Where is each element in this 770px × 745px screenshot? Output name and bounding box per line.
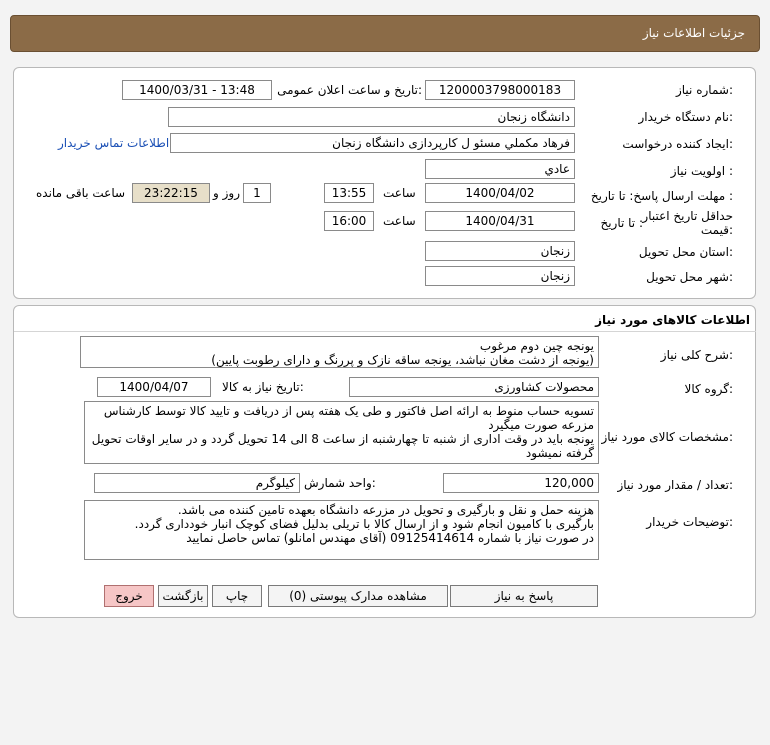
province-label: استان محل تحویل: — [638, 245, 733, 259]
remaining-time-field: 23:22:15 — [132, 183, 210, 203]
need-date-label: تاریخ نیاز به کالا: — [222, 380, 304, 394]
need-number-label: شماره نیاز: — [675, 83, 733, 97]
specs-line-2: یونجه باید در وقت اداری از شنبه تا چهارش… — [91, 432, 594, 460]
specs-field: تسویه حساب منوط به ارائه اصل فاکتور و طی… — [84, 401, 599, 464]
buyer-field: دانشگاه زنجان — [168, 107, 575, 127]
exit-button[interactable]: خروج — [104, 585, 154, 607]
general-info-panel — [13, 67, 756, 299]
qty-label: تعداد / مقدار مورد نیاز: — [617, 478, 733, 492]
buyer-notes-field: هزینه حمل و نقل و بارگیری و تحویل در مزر… — [84, 500, 599, 560]
unit-label: واحد شمارش: — [304, 476, 376, 490]
buyer-contact-link[interactable]: اطلاعات تماس خریدار — [58, 136, 169, 150]
notes-line-1: هزینه حمل و نقل و بارگیری و تحویل در مزر… — [177, 503, 594, 517]
requester-field: فرهاد مکملي مسئو ل کارپردازی دانشگاه زنج… — [170, 133, 575, 153]
deadline-label: مهلت ارسال پاسخ: تا تاریخ : — [590, 189, 733, 203]
attachments-button[interactable]: مشاهده مدارک پیوستی (0) — [268, 585, 448, 607]
specs-line-1: تسویه حساب منوط به ارائه اصل فاکتور و طی… — [103, 404, 594, 432]
summary-line-1: یونجه چین دوم مرغوب — [479, 339, 594, 353]
announce-field: 1400/03/31 - 13:48 — [122, 80, 272, 100]
buyer-label: نام دستگاه خریدار: — [638, 110, 734, 124]
priority-label: اولویت نیاز : — [670, 164, 733, 178]
validity-time-label: ساعت — [383, 214, 416, 228]
reply-button[interactable]: پاسخ به نیاز — [450, 585, 598, 607]
province-field: زنجان — [425, 241, 575, 261]
group-field: محصولات کشاورزی — [349, 377, 599, 397]
page-title: جزئیات اطلاعات نیاز — [642, 26, 745, 40]
validity-label-2: قیمت: — [700, 223, 733, 237]
buyer-notes-label: توضیحات خریدار: — [646, 515, 733, 529]
summary-field: یونجه چین دوم مرغوب (یونجه از دشت مغان ن… — [80, 336, 599, 368]
city-label: شهر محل تحویل: — [646, 270, 733, 284]
remaining-label: ساعت باقی مانده — [36, 186, 126, 200]
days-field: 1 — [243, 183, 271, 203]
deadline-time-label: ساعت — [383, 186, 416, 200]
section-divider — [14, 331, 756, 332]
days-label: روز و — [213, 186, 240, 200]
validity-date-field: 1400/04/31 — [425, 211, 575, 231]
validity-to-label: تا تاریخ : — [600, 216, 643, 230]
validity-time-field: 16:00 — [324, 211, 374, 231]
deadline-date-field: 1400/04/02 — [425, 183, 575, 203]
notes-line-2: بارگیری با کامیون انجام شود و از ارسال ک… — [134, 517, 594, 531]
summary-line-2: (یونجه از دشت مغان نباشد، یونجه ساقه ناز… — [211, 353, 594, 367]
specs-label: مشخصات کالای مورد نیاز: — [601, 430, 733, 444]
back-button[interactable]: بازگشت — [158, 585, 208, 607]
notes-line-3: در صورت نیاز با شماره 09125414614 (آقای … — [186, 531, 594, 545]
city-field: زنجان — [425, 266, 575, 286]
need-number-field: 1200003798000183 — [425, 80, 575, 100]
priority-field: عادي — [425, 159, 575, 179]
validity-label: حداقل تاریخ اعتبار — [642, 209, 733, 223]
need-date-field: 1400/04/07 — [97, 377, 211, 397]
announce-label: تاریخ و ساعت اعلان عمومی: — [277, 83, 422, 97]
summary-label: شرح کلی نیاز: — [660, 348, 733, 362]
print-button[interactable]: چاپ — [212, 585, 262, 607]
group-label: گروه کالا: — [684, 382, 734, 396]
qty-field: 120,000 — [443, 473, 599, 493]
requester-label: ایجاد کننده درخواست: — [622, 137, 733, 151]
deadline-time-field: 13:55 — [324, 183, 374, 203]
page-header: جزئیات اطلاعات نیاز — [10, 15, 760, 52]
unit-field: کیلوگرم — [94, 473, 300, 493]
goods-section-title: اطلاعات کالاهای مورد نیاز — [595, 313, 750, 327]
